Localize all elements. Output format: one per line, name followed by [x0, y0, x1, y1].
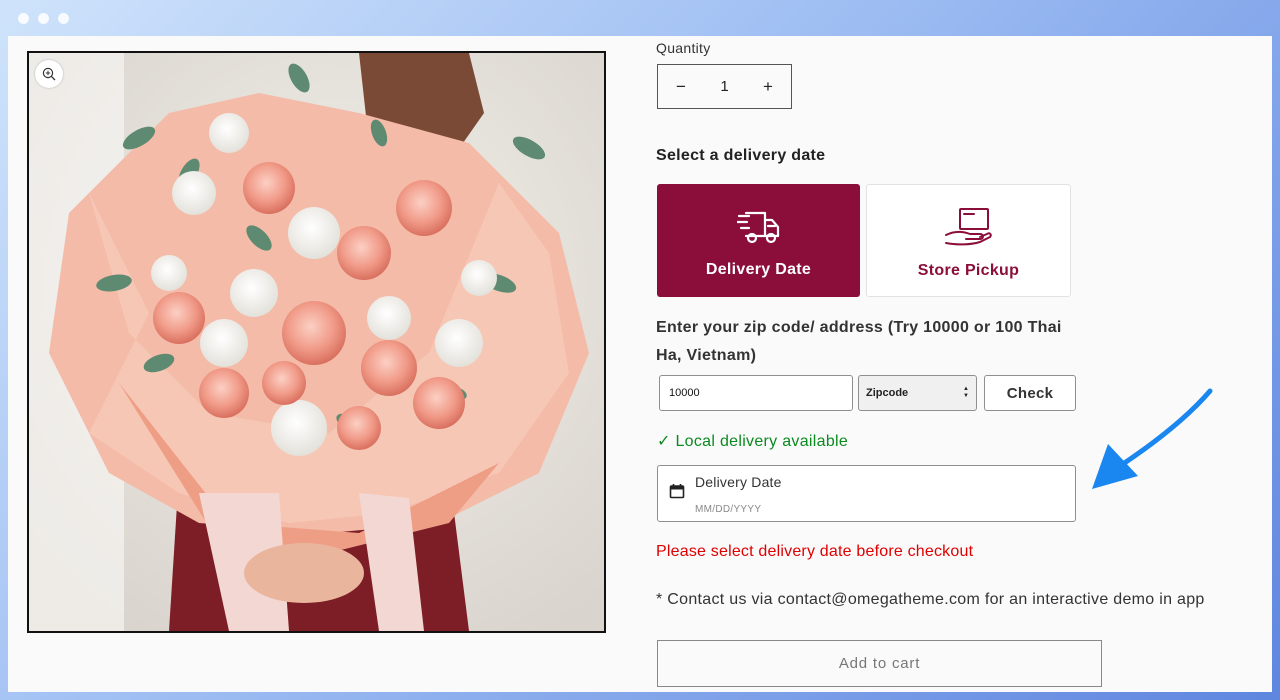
- zip-type-selected: Zipcode: [866, 387, 909, 399]
- store-pickup-option[interactable]: Store Pickup: [866, 184, 1071, 297]
- quantity-decrement-button[interactable]: −: [674, 77, 688, 97]
- quantity-value[interactable]: 1: [720, 78, 728, 95]
- delivery-truck-icon: [736, 211, 779, 244]
- add-to-cart-button[interactable]: Add to cart: [657, 640, 1102, 687]
- delivery-date-label: Delivery Date: [695, 474, 782, 490]
- calendar-icon: [669, 484, 685, 499]
- store-pickup-option-label: Store Pickup: [917, 262, 1020, 279]
- window-controls: [18, 13, 69, 24]
- delivery-date-option[interactable]: Delivery Date: [657, 184, 860, 297]
- store-pickup-icon: [944, 208, 992, 246]
- pointer-arrow-icon: [1092, 388, 1213, 489]
- delivery-date-placeholder[interactable]: MM/DD/YYYY: [695, 504, 761, 515]
- product-page: Quantity − 1 + Select a delivery date De…: [8, 36, 1272, 692]
- checkout-warning: Please select delivery date before check…: [656, 543, 974, 560]
- contact-note: * Contact us via contact@omegatheme.com …: [656, 591, 1205, 608]
- quantity-stepper[interactable]: − 1 +: [657, 64, 792, 109]
- window-dot-close[interactable]: [18, 13, 29, 24]
- zoom-in-icon: [42, 67, 56, 81]
- quantity-label: Quantity: [656, 40, 711, 56]
- zip-prompt: Enter your zip code/ address (Try 10000 …: [656, 319, 1062, 364]
- delivery-date-option-label: Delivery Date: [705, 261, 812, 278]
- delivery-date-field[interactable]: Delivery Date MM/DD/YYYY: [657, 465, 1076, 522]
- zip-type-select[interactable]: Zipcode ▲ ▼: [858, 375, 977, 411]
- zoom-button[interactable]: [35, 60, 63, 88]
- availability-status: ✓ Local delivery available: [657, 433, 849, 450]
- quantity-increment-button[interactable]: +: [761, 77, 775, 97]
- zip-input[interactable]: [659, 375, 853, 411]
- select-arrows-icon: ▲ ▼: [963, 386, 969, 399]
- bouquet-illustration: [29, 53, 604, 631]
- window-dot-minimize[interactable]: [38, 13, 49, 24]
- product-image[interactable]: [27, 51, 606, 633]
- window-dot-maximize[interactable]: [58, 13, 69, 24]
- delivery-section-title: Select a delivery date: [656, 147, 826, 164]
- check-button[interactable]: Check: [984, 375, 1076, 411]
